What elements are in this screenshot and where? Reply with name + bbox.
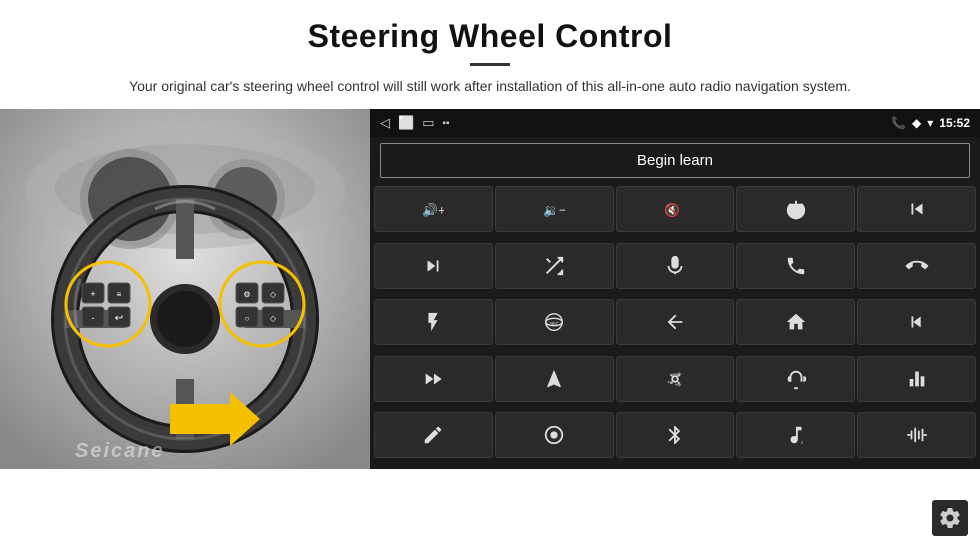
back-nav-icon[interactable]: ◁ bbox=[380, 115, 390, 131]
svg-text:⚙: ⚙ bbox=[243, 290, 250, 299]
prev-track-button[interactable] bbox=[857, 186, 976, 232]
music-button[interactable]: ♪ bbox=[736, 412, 855, 458]
vol-mute-button[interactable]: 🔇 bbox=[616, 186, 735, 232]
svg-text:+: + bbox=[90, 289, 95, 299]
vol-up-button[interactable]: 🔊+ bbox=[374, 186, 493, 232]
fast-forward-button[interactable] bbox=[374, 356, 493, 402]
android-panel: ◁ ⬜ ▭ ▪▪ 📞 ◆ ▾ 15:52 Begin learn � bbox=[370, 109, 980, 469]
circle-dot-button[interactable] bbox=[495, 412, 614, 458]
control-grid: 🔊+ 🔉− 🔇 bbox=[370, 184, 980, 469]
begin-learn-section: Begin learn bbox=[370, 137, 980, 184]
recent-nav-icon[interactable]: ▭ bbox=[422, 115, 434, 131]
mic-button[interactable] bbox=[616, 243, 735, 289]
phone-answer-button[interactable] bbox=[736, 243, 855, 289]
hang-up-button[interactable] bbox=[857, 243, 976, 289]
svg-text:◇: ◇ bbox=[270, 290, 277, 299]
main-content: + ≡ - ↩ ⚙ ◇ ○ ◇ Seicane bbox=[0, 109, 980, 469]
begin-learn-button[interactable]: Begin learn bbox=[380, 143, 970, 178]
steering-wheel-image: + ≡ - ↩ ⚙ ◇ ○ ◇ Seicane bbox=[0, 109, 370, 469]
header-description: Your original car's steering wheel contr… bbox=[40, 76, 940, 97]
nav-icons: ◁ ⬜ ▭ ▪▪ bbox=[380, 115, 450, 131]
svg-text:-: - bbox=[92, 313, 95, 323]
power-button[interactable] bbox=[736, 186, 855, 232]
time-display: 15:52 bbox=[939, 116, 970, 130]
bluetooth-button[interactable] bbox=[616, 412, 735, 458]
location-icon: ◆ bbox=[912, 116, 921, 130]
title-divider bbox=[470, 63, 510, 66]
switch-button[interactable] bbox=[616, 356, 735, 402]
status-right: 📞 ◆ ▾ 15:52 bbox=[891, 116, 970, 130]
svg-text:○: ○ bbox=[245, 314, 250, 323]
vol-down-button[interactable]: 🔉− bbox=[495, 186, 614, 232]
360view-button[interactable]: 360° bbox=[495, 299, 614, 345]
back-button[interactable] bbox=[616, 299, 735, 345]
flashlight-button[interactable] bbox=[374, 299, 493, 345]
svg-text:◇: ◇ bbox=[270, 314, 277, 323]
status-bar: ◁ ⬜ ▭ ▪▪ 📞 ◆ ▾ 15:52 bbox=[370, 109, 980, 137]
home-button[interactable] bbox=[736, 299, 855, 345]
next-button[interactable] bbox=[374, 243, 493, 289]
wifi-icon: ▾ bbox=[927, 116, 933, 130]
settings-gear-button[interactable] bbox=[932, 500, 968, 536]
svg-text:🔇: 🔇 bbox=[664, 203, 680, 218]
page-title: Steering Wheel Control bbox=[40, 18, 940, 55]
svg-text:🔊+: 🔊+ bbox=[422, 202, 444, 219]
svg-text:🔉−: 🔉− bbox=[543, 203, 565, 219]
svg-text:♪: ♪ bbox=[800, 441, 803, 447]
pencil-button[interactable] bbox=[374, 412, 493, 458]
shuffle-button[interactable] bbox=[495, 243, 614, 289]
svg-text:Seicane: Seicane bbox=[75, 440, 165, 462]
skip-back-button[interactable] bbox=[857, 299, 976, 345]
svg-text:≡: ≡ bbox=[117, 290, 122, 299]
phone-icon: 📞 bbox=[891, 116, 906, 130]
header-section: Steering Wheel Control Your original car… bbox=[0, 0, 980, 105]
svg-text:360°: 360° bbox=[549, 321, 559, 326]
record-button[interactable] bbox=[736, 356, 855, 402]
waveform-button[interactable] bbox=[857, 412, 976, 458]
home-nav-icon[interactable]: ⬜ bbox=[398, 115, 414, 131]
signal-icon: ▪▪ bbox=[442, 118, 449, 129]
svg-text:↩: ↩ bbox=[115, 313, 123, 324]
equalizer-button[interactable] bbox=[857, 356, 976, 402]
navigate-button[interactable] bbox=[495, 356, 614, 402]
